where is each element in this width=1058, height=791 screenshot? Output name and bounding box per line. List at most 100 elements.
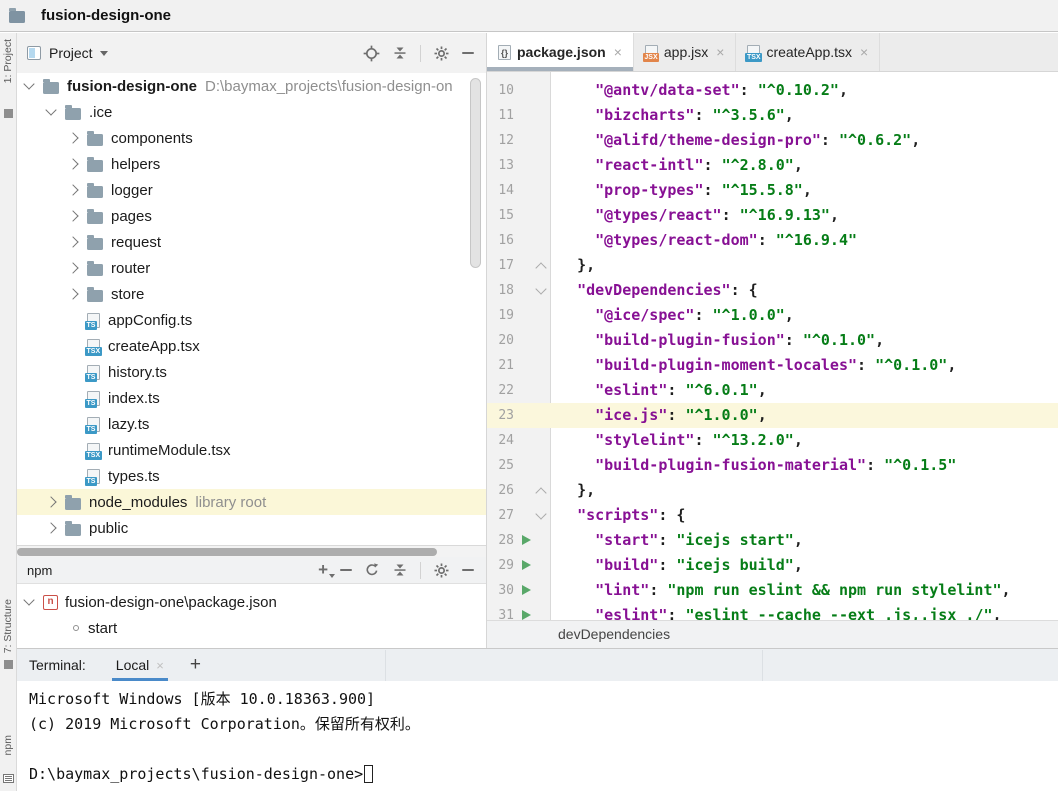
run-script-icon[interactable]	[522, 585, 531, 595]
terminal-tool-icon[interactable]	[3, 774, 14, 783]
tree-row[interactable]: node_moduleslibrary root	[17, 489, 486, 515]
chevron-collapsed-icon[interactable]	[45, 496, 56, 507]
code-line[interactable]: 17 },	[487, 253, 1058, 278]
code-line[interactable]: 10 "@antv/data-set": "^0.10.2",	[487, 78, 1058, 103]
code-line[interactable]: 25 "build-plugin-fusion-material": "^0.1…	[487, 453, 1058, 478]
tree-row[interactable]: request	[17, 229, 486, 255]
tree-row[interactable]: pages	[17, 203, 486, 229]
gear-icon[interactable]	[433, 562, 450, 579]
code-line[interactable]: 13 "react-intl": "^2.8.0",	[487, 153, 1058, 178]
code-line[interactable]: 24 "stylelint": "^13.2.0",	[487, 428, 1058, 453]
close-icon[interactable]: ×	[614, 44, 622, 60]
code-line[interactable]: 11 "bizcharts": "^3.5.6",	[487, 103, 1058, 128]
tree-row[interactable]: createApp.tsx	[17, 333, 486, 359]
code-line[interactable]: 21 "build-plugin-moment-locales": "^0.1.…	[487, 353, 1058, 378]
tree-row[interactable]: lazy.ts	[17, 411, 486, 437]
code-line[interactable]: 30 "lint": "npm run eslint && npm run st…	[487, 578, 1058, 603]
chevron-collapsed-icon[interactable]	[67, 210, 78, 221]
code-line[interactable]: 22 "eslint": "^6.0.1",	[487, 378, 1058, 403]
project-tool-icon[interactable]	[4, 109, 13, 118]
project-panel-title[interactable]: Project	[49, 45, 93, 61]
collapse-all-icon[interactable]	[392, 45, 408, 61]
structure-tool-icon[interactable]	[4, 660, 13, 669]
code-token: :	[758, 231, 776, 249]
new-terminal-button[interactable]: +	[190, 654, 201, 676]
run-script-icon[interactable]	[522, 560, 531, 570]
tree-row[interactable]: router	[17, 255, 486, 281]
chevron-expanded-icon[interactable]	[45, 104, 56, 115]
close-icon[interactable]: ×	[860, 44, 868, 60]
tree-row[interactable]: .ice	[17, 99, 486, 125]
run-script-icon[interactable]	[522, 535, 531, 545]
tab-createapp-tsx[interactable]: createApp.tsx ×	[736, 33, 880, 71]
code-line[interactable]: 16 "@types/react-dom": "^16.9.4"	[487, 228, 1058, 253]
tree-vertical-scrollbar[interactable]	[470, 78, 481, 268]
tree-horizontal-scrollbar[interactable]	[17, 545, 486, 557]
code-line[interactable]: 15 "@types/react": "^16.9.13",	[487, 203, 1058, 228]
breadcrumb[interactable]: devDependencies	[487, 620, 1058, 648]
tree-row[interactable]: runtimeModule.tsx	[17, 437, 486, 463]
npm-tree-row[interactable]: start	[17, 615, 486, 641]
tree-row[interactable]: index.ts	[17, 385, 486, 411]
add-icon[interactable]: +	[318, 563, 328, 577]
tree-row[interactable]: appConfig.ts	[17, 307, 486, 333]
code-line[interactable]: 27 "scripts": {	[487, 503, 1058, 528]
hide-panel-icon[interactable]	[462, 569, 474, 571]
tree-row[interactable]: fusion-design-oneD:\baymax_projects\fusi…	[17, 73, 486, 99]
fold-start-icon[interactable]	[535, 283, 546, 294]
chevron-expanded-icon[interactable]	[23, 78, 34, 89]
remove-icon[interactable]	[340, 569, 352, 571]
code-line[interactable]: 19 "@ice/spec": "^1.0.0",	[487, 303, 1058, 328]
tree-row[interactable]: history.ts	[17, 359, 486, 385]
code-token: :	[667, 606, 685, 620]
locate-icon[interactable]	[363, 45, 380, 62]
tab-app-jsx[interactable]: app.jsx ×	[634, 33, 737, 71]
run-script-icon[interactable]	[522, 610, 531, 620]
fold-start-icon[interactable]	[535, 508, 546, 519]
project-folder-icon	[9, 11, 25, 23]
fold-end-icon[interactable]	[535, 487, 546, 498]
code-line[interactable]: 31 "eslint": "eslint --cache --ext .js,.…	[487, 603, 1058, 620]
chevron-collapsed-icon[interactable]	[67, 262, 78, 273]
code-line[interactable]: 12 "@alifd/theme-design-pro": "^0.6.2",	[487, 128, 1058, 153]
chevron-collapsed-icon[interactable]	[67, 288, 78, 299]
code-line[interactable]: 18 "devDependencies": {	[487, 278, 1058, 303]
gear-icon[interactable]	[433, 45, 450, 62]
code-line[interactable]: 29 "build": "icejs build",	[487, 553, 1058, 578]
code-line[interactable]: 23 "ice.js": "^1.0.0",	[487, 403, 1058, 428]
close-icon[interactable]: ×	[716, 44, 724, 60]
tree-row[interactable]: components	[17, 125, 486, 151]
code-line[interactable]: 28 "start": "icejs start",	[487, 528, 1058, 553]
stripe-npm-button[interactable]: npm	[2, 735, 14, 755]
chevron-collapsed-icon[interactable]	[67, 158, 78, 169]
refresh-icon[interactable]	[364, 562, 380, 578]
npm-tree-row[interactable]: nfusion-design-one\package.json	[17, 589, 486, 615]
chevron-collapsed-icon[interactable]	[67, 132, 78, 143]
code-line[interactable]: 14 "prop-types": "^15.5.8",	[487, 178, 1058, 203]
tree-row[interactable]: public	[17, 515, 486, 541]
chevron-collapsed-icon[interactable]	[45, 522, 56, 533]
fold-end-icon[interactable]	[535, 262, 546, 273]
close-icon[interactable]: ×	[156, 658, 164, 673]
stripe-project-button[interactable]: 1: Project	[2, 39, 14, 83]
code-line[interactable]: 26 },	[487, 478, 1058, 503]
chevron-collapsed-icon[interactable]	[67, 184, 78, 195]
stripe-structure-button[interactable]: 7: Structure	[2, 599, 14, 653]
hide-panel-icon[interactable]	[462, 52, 474, 54]
tree-row[interactable]: store	[17, 281, 486, 307]
chevron-collapsed-icon[interactable]	[67, 236, 78, 247]
tab-package-json[interactable]: package.json ×	[487, 33, 634, 71]
chevron-down-icon[interactable]	[100, 51, 108, 56]
terminal-output[interactable]: Microsoft Windows [版本 10.0.18363.900](c)…	[17, 681, 1058, 791]
code-token: "scripts"	[577, 506, 658, 524]
terminal-cursor[interactable]	[364, 765, 373, 783]
scrollbar-thumb[interactable]	[17, 548, 437, 556]
tree-row[interactable]: types.ts	[17, 463, 486, 489]
tree-row[interactable]: helpers	[17, 151, 486, 177]
chevron-expanded-icon[interactable]	[23, 594, 34, 605]
collapse-all-icon[interactable]	[392, 562, 408, 578]
tree-row[interactable]: logger	[17, 177, 486, 203]
terminal-tab-local[interactable]: Local ×	[112, 649, 168, 681]
code-editor[interactable]: 10 "@antv/data-set": "^0.10.2",11 "bizch…	[487, 72, 1058, 620]
code-line[interactable]: 20 "build-plugin-fusion": "^0.1.0",	[487, 328, 1058, 353]
